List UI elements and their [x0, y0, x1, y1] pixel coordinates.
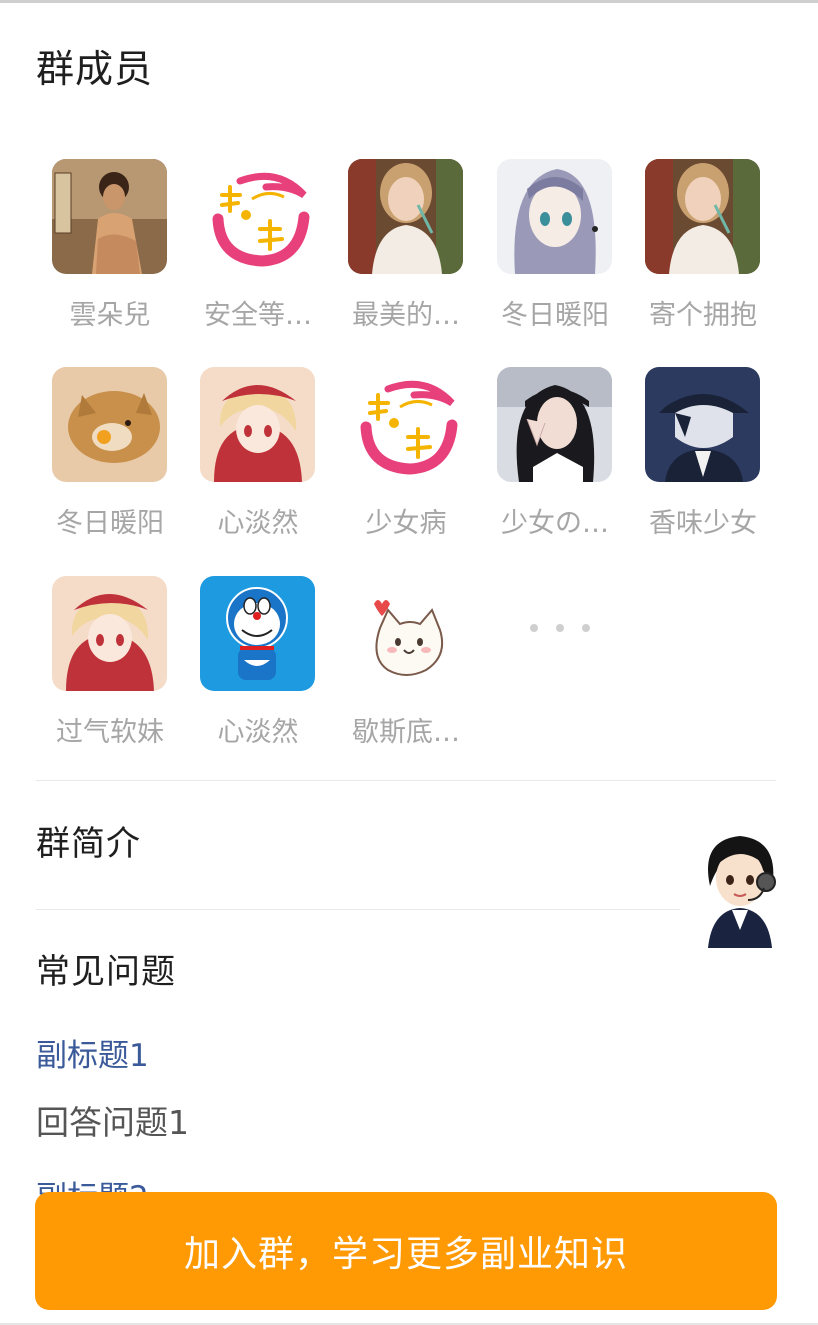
- member-item[interactable]: 过气软妹: [36, 576, 184, 766]
- girl-selfie-avatar: [497, 367, 612, 482]
- member-name: 少女病: [365, 508, 447, 539]
- member-name: 安全等…: [204, 300, 312, 331]
- doraemon-avatar: [200, 576, 315, 691]
- intro-section-title: 群简介: [36, 824, 141, 864]
- calligraphy-logo-avatar: [348, 367, 463, 482]
- cat-cartoon-avatar: [348, 576, 463, 691]
- faq-answer: 回答问题1: [36, 1103, 189, 1142]
- member-item[interactable]: 歇斯底…: [332, 576, 480, 766]
- member-name: 冬日暖阳: [56, 508, 164, 539]
- girl-photo-avatar: [645, 159, 760, 274]
- member-name: 少女の…: [501, 508, 609, 539]
- member-name: 歇斯底…: [352, 717, 460, 748]
- section-divider: [36, 909, 680, 910]
- member-name: 心淡然: [217, 508, 299, 539]
- member-name: 过气软妹: [56, 717, 164, 748]
- member-item[interactable]: 安全等…: [184, 159, 332, 349]
- member-item[interactable]: 冬日暖阳: [36, 367, 184, 557]
- member-name: 最美的…: [352, 300, 460, 331]
- anime-girl-hat-avatar: [200, 367, 315, 482]
- members-section-title: 群成员: [36, 47, 154, 91]
- member-item[interactable]: 少女病: [332, 367, 480, 557]
- faq-section-title: 常见问题: [36, 952, 176, 992]
- girl-photo-avatar: [348, 159, 463, 274]
- member-item[interactable]: 最美的…: [332, 159, 480, 349]
- portrait-photo-avatar: [52, 159, 167, 274]
- faq-question: 副标题1: [36, 1038, 149, 1074]
- member-item[interactable]: 寄个拥抱: [629, 159, 777, 349]
- top-divider: [0, 0, 818, 3]
- member-name: 香味少女: [649, 508, 757, 539]
- member-name: 雲朵兒: [69, 300, 151, 331]
- member-item[interactable]: 心淡然: [184, 367, 332, 557]
- anime-girl-avatar: [497, 159, 612, 274]
- more-dots-icon[interactable]: [530, 624, 590, 632]
- dog-avatar: [52, 367, 167, 482]
- section-divider: [36, 780, 776, 781]
- member-item[interactable]: 雲朵兒: [36, 159, 184, 349]
- calligraphy-logo-avatar: [200, 159, 315, 274]
- member-item[interactable]: 心淡然: [184, 576, 332, 766]
- join-group-button[interactable]: 加入群，学习更多副业知识: [35, 1192, 777, 1310]
- member-name: 心淡然: [217, 717, 299, 748]
- member-name: 冬日暖阳: [501, 300, 609, 331]
- member-item[interactable]: 冬日暖阳: [481, 159, 629, 349]
- anime-boy-hat-avatar: [645, 367, 760, 482]
- customer-service-agent-icon[interactable]: [690, 826, 788, 948]
- member-item[interactable]: 香味少女: [629, 367, 777, 557]
- member-item[interactable]: 少女の…: [481, 367, 629, 557]
- member-name: 寄个拥抱: [649, 300, 757, 331]
- anime-girl-hat-avatar: [52, 576, 167, 691]
